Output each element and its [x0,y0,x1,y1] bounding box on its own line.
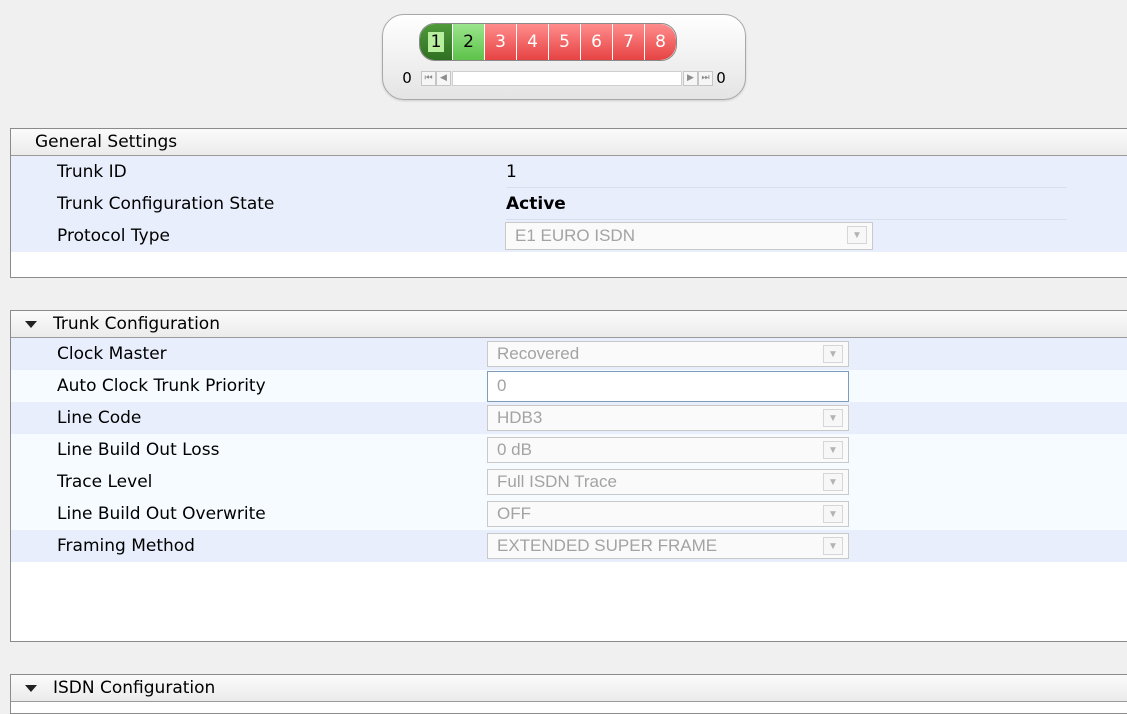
trunk-button-1[interactable]: 1 [420,24,452,60]
line-code-label: Line Code [57,408,142,428]
section-title: Trunk Configuration [53,314,220,334]
line-build-out-loss-row: Line Build Out Loss 0 dB ▼ [11,434,1127,466]
isdn-configuration-header[interactable]: ISDN Configuration [11,675,1127,702]
isdn-configuration-section: ISDN Configuration [10,674,1127,714]
chevron-down-icon: ▼ [823,441,843,459]
line-code-row: Line Code HDB3 ▼ [11,402,1127,434]
line-build-out-loss-select[interactable]: 0 dB ▼ [487,437,849,463]
framing-method-label: Framing Method [57,536,195,556]
trunk-button-8[interactable]: 8 [644,24,676,60]
chevron-down-icon: ▼ [823,345,843,363]
next-page-icon[interactable]: ▶ [683,70,698,86]
clock-master-label: Clock Master [57,344,167,364]
trunk-state-row: Trunk Configuration State Active [11,188,1127,220]
first-page-icon[interactable]: ⏮ [421,70,436,86]
line-build-out-overwrite-label: Line Build Out Overwrite [57,504,266,524]
general-settings-header: General Settings [11,129,1127,156]
auto-clock-label: Auto Clock Trunk Priority [57,376,266,396]
trunk-button-3[interactable]: 3 [484,24,516,60]
trunk-state-value: Active [506,194,566,214]
trunk-id-row: Trunk ID 1 [11,156,1127,188]
left-count: 0 [402,69,412,87]
last-page-icon[interactable]: ⏭ [698,70,713,86]
trace-level-row: Trace Level Full ISDN Trace ▼ [11,466,1127,498]
right-count: 0 [716,69,726,87]
clock-master-select[interactable]: Recovered ▼ [487,341,849,367]
trunk-button-7[interactable]: 7 [612,24,644,60]
trunk-state-label: Trunk Configuration State [57,194,275,214]
trunk-id-label: Trunk ID [57,162,127,182]
trunk-button-5[interactable]: 5 [548,24,580,60]
chevron-down-icon: ▼ [823,409,843,427]
chevron-down-icon: ▼ [823,473,843,491]
collapse-triangle-icon[interactable] [25,320,37,328]
trunk-button-2[interactable]: 2 [452,24,484,60]
general-settings-section: General Settings Trunk ID 1 Trunk Config… [10,128,1127,278]
protocol-type-select[interactable]: E1 EURO ISDN ▼ [505,222,873,250]
trunk-configuration-section: Trunk Configuration Clock Master Recover… [10,310,1127,642]
trace-level-select[interactable]: Full ISDN Trace ▼ [487,469,849,495]
protocol-type-label: Protocol Type [57,226,170,246]
trunk-configuration-header[interactable]: Trunk Configuration [11,311,1127,338]
auto-clock-row: Auto Clock Trunk Priority 0 [11,370,1127,402]
clock-master-row: Clock Master Recovered ▼ [11,338,1127,370]
collapse-triangle-icon[interactable] [25,684,37,692]
trunk-scrollbar: 0 ⏮ ◀ ▶ ⏭ 0 [399,68,729,88]
trunk-button-6[interactable]: 6 [580,24,612,60]
scroll-track[interactable] [452,70,682,86]
framing-method-select[interactable]: EXTENDED SUPER FRAME ▼ [487,533,849,559]
chevron-down-icon: ▼ [847,226,867,244]
section-title: General Settings [35,132,178,152]
line-build-out-overwrite-select[interactable]: OFF ▼ [487,501,849,527]
auto-clock-input[interactable]: 0 [487,370,849,402]
section-title: ISDN Configuration [53,678,216,698]
prev-page-icon[interactable]: ◀ [436,70,451,86]
chevron-down-icon: ▼ [823,505,843,523]
trunk-id-value: 1 [506,162,517,182]
protocol-type-row: Protocol Type E1 EURO ISDN ▼ [11,220,1127,252]
trunk-buttons: 1 2 3 4 5 6 7 8 [419,23,677,61]
chevron-down-icon: ▼ [823,537,843,555]
line-build-out-overwrite-row: Line Build Out Overwrite OFF ▼ [11,498,1127,530]
line-code-select[interactable]: HDB3 ▼ [487,405,849,431]
line-build-out-loss-label: Line Build Out Loss [57,440,220,460]
trace-level-label: Trace Level [57,472,153,492]
framing-method-row: Framing Method EXTENDED SUPER FRAME ▼ [11,530,1127,562]
trunk-selector: 1 2 3 4 5 6 7 8 0 ⏮ ◀ ▶ ⏭ 0 [382,14,746,100]
trunk-button-4[interactable]: 4 [516,24,548,60]
